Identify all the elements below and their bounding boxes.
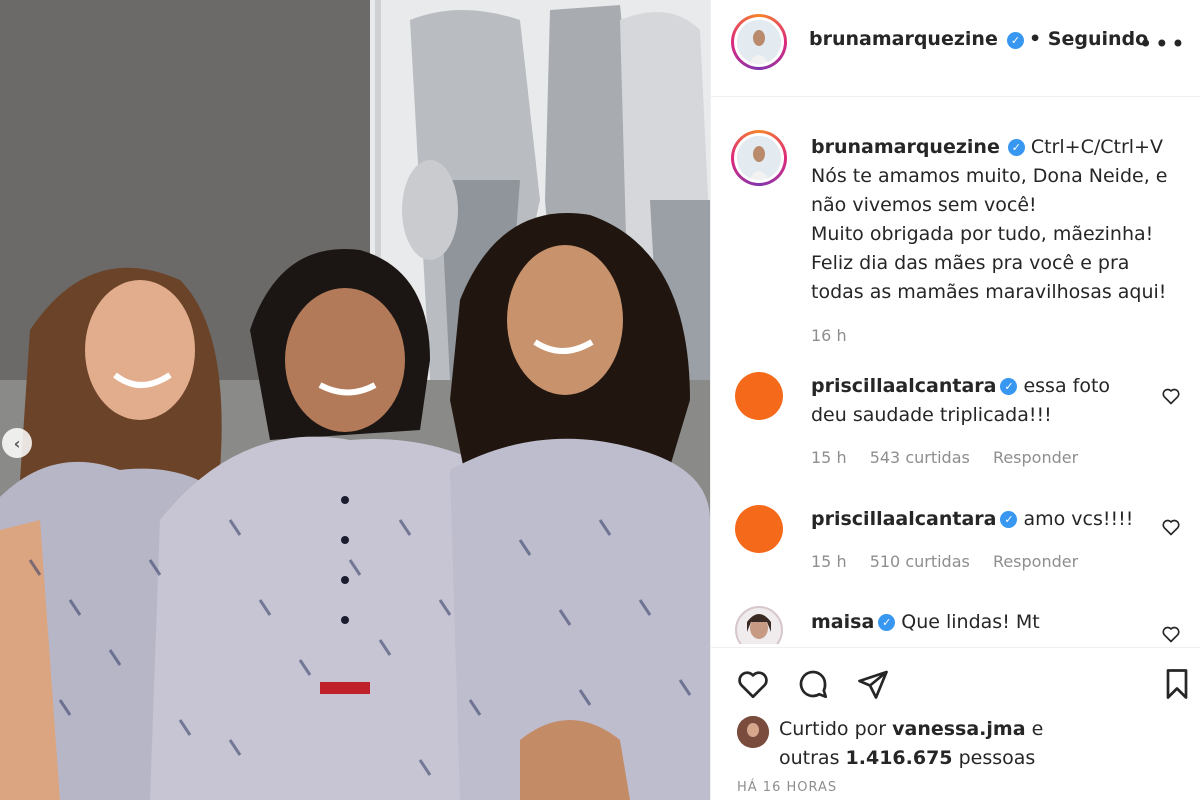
commenter-avatar[interactable] — [735, 372, 783, 420]
more-horizontal-icon[interactable]: ••• — [1139, 30, 1187, 58]
comment-time: 15 h — [811, 448, 847, 467]
liker-username[interactable]: vanessa.jma — [892, 718, 1025, 740]
caption-line: Nós te amamos muito, Dona Neide, e — [811, 165, 1168, 187]
caption-author-avatar[interactable] — [731, 130, 787, 186]
post-timestamp: HÁ 16 HORAS — [737, 780, 838, 795]
comment-text-block: maisa ✓ Que lindas! Mt — [811, 608, 1141, 637]
send-icon[interactable] — [855, 666, 891, 702]
comment-text: essa foto — [1023, 375, 1111, 397]
comment-icon[interactable] — [795, 666, 831, 702]
comment-text-continued: deu saudade triplicada!!! — [811, 404, 1052, 426]
avatar-image — [737, 136, 781, 180]
commenter-avatar[interactable] — [735, 606, 783, 644]
comment-time: 15 h — [811, 552, 847, 571]
comment-username[interactable]: maisa — [811, 611, 874, 633]
reply-button[interactable]: Responder — [993, 552, 1078, 571]
previous-photo-button[interactable]: ‹ — [2, 428, 32, 458]
comment-item: maisa ✓ Que lindas! Mt — [711, 604, 1200, 644]
avatar-image — [747, 614, 771, 639]
comment-username[interactable]: priscillaalcantara — [811, 375, 996, 397]
verified-badge-icon: ✓ — [1006, 32, 1024, 49]
avatar-image — [737, 20, 781, 64]
caption-line: não vivemos sem você! — [811, 194, 1037, 216]
comment-meta: 15 h 543 curtidas Responder — [811, 448, 1096, 467]
follow-status[interactable]: • Seguindo — [1029, 28, 1148, 50]
caption-first-line: Ctrl+C/Ctrl+V — [1030, 136, 1163, 158]
verified-badge-icon: ✓ — [1007, 139, 1025, 156]
post-header: bruna​marquezine ✓ • Seguindo ••• — [711, 0, 1200, 97]
heart-icon[interactable] — [1161, 517, 1181, 537]
likes-suffix: e — [1031, 718, 1044, 740]
post-photo[interactable]: ‹ — [0, 0, 710, 800]
commenter-avatar[interactable] — [735, 505, 783, 553]
chevron-left-icon: ‹ — [13, 433, 21, 453]
likes-count[interactable]: 1.416.675 — [846, 747, 953, 769]
comment-meta: 15 h 510 curtidas Responder — [811, 552, 1096, 571]
liker-avatar[interactable] — [737, 716, 769, 748]
author-username[interactable]: bruna​marquezine — [809, 28, 998, 50]
author-avatar[interactable] — [731, 14, 787, 70]
reply-button[interactable]: Responder — [993, 448, 1078, 467]
verified-badge-icon: ✓ — [878, 614, 896, 631]
heart-icon[interactable] — [1161, 386, 1181, 406]
avatar-image — [737, 716, 769, 748]
caption-line: todas as mamães maravilhosas aqui! — [811, 281, 1167, 303]
caption-username[interactable]: bruna​marquezine — [811, 136, 1000, 158]
comment-text-block: priscillaalcantara ✓ amo vcs!!!! — [811, 505, 1141, 534]
heart-icon[interactable] — [1161, 624, 1181, 644]
bookmark-icon[interactable] — [1159, 666, 1195, 702]
comment-username[interactable]: priscillaalcantara — [811, 508, 996, 530]
verified-badge-icon: ✓ — [1000, 511, 1018, 528]
caption-line: Feliz dia das mães pra você e pra — [811, 252, 1130, 274]
post-actions: Curtido por vanessa.jma e outras 1.416.6… — [711, 647, 1200, 800]
comment-text: amo vcs!!!! — [1023, 508, 1134, 530]
heart-icon[interactable] — [735, 666, 771, 702]
comment-text: Que lindas! Mt — [901, 611, 1040, 633]
caption-line: Muito obrigada por tudo, mãezinha! — [811, 223, 1154, 245]
likes-prefix: Curtido por — [779, 718, 887, 740]
likes-line2-suffix: pessoas — [958, 747, 1036, 769]
comment-text-block: priscillaalcantara ✓ essa foto deu saudade… — [811, 372, 1141, 430]
post-caption: bruna​marquezine ✓ Ctrl+C/Ctrl+V Nós te am… — [811, 133, 1191, 350]
verified-badge-icon: ✓ — [1000, 378, 1018, 395]
comment-likes[interactable]: 510 curtidas — [870, 552, 970, 571]
likes-summary: Curtido por vanessa.jma e outras 1.416.6… — [779, 715, 1043, 773]
comment-likes[interactable]: 543 curtidas — [870, 448, 970, 467]
photo-illustration — [0, 0, 710, 800]
caption-time: 16 h — [811, 326, 847, 345]
likes-line2-prefix: outras — [779, 747, 840, 769]
post-side-panel: bruna​marquezine ✓ • Seguindo ••• bruna​… — [710, 0, 1200, 800]
